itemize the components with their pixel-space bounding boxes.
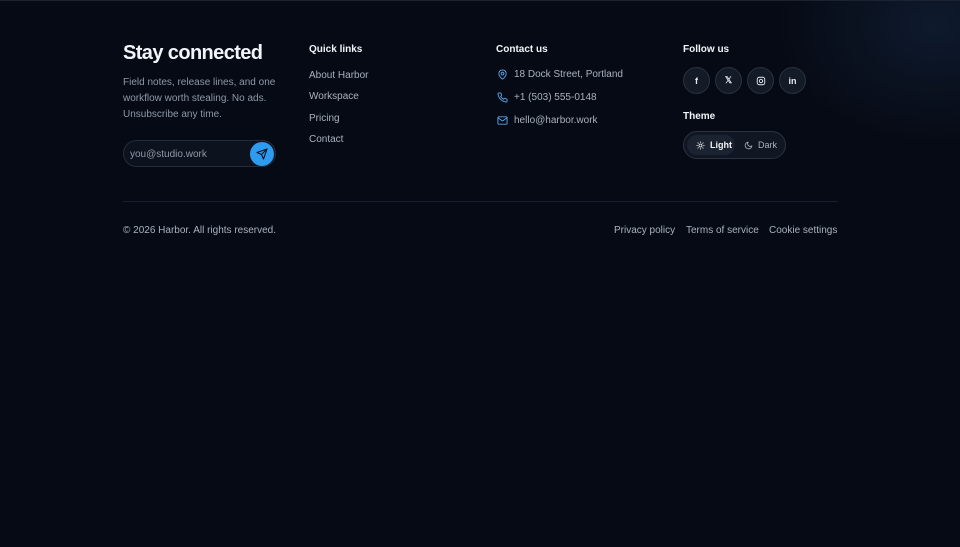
link-contact[interactable]: Contact — [309, 134, 343, 145]
facebook-icon: f — [695, 75, 698, 86]
address-text: 18 Dock Street, Portland — [514, 68, 623, 80]
theme-light-label: Light — [710, 140, 732, 150]
moon-icon — [743, 140, 753, 150]
map-pin-icon — [496, 68, 508, 80]
newsletter-description: Field notes, release lines, and one work… — [123, 77, 276, 120]
subscribe-button[interactable] — [250, 142, 274, 166]
theme-dark-option[interactable]: Dark — [739, 135, 783, 155]
linkedin-button[interactable]: in — [779, 67, 806, 94]
theme-light-option[interactable]: Light — [687, 135, 735, 155]
linkedin-icon: in — [788, 75, 797, 86]
top-border — [0, 0, 960, 1]
theme-heading: Theme — [683, 111, 716, 122]
contact-email[interactable]: hello@harbor.work — [496, 113, 598, 127]
phone-text: +1 (503) 555-0148 — [514, 91, 597, 103]
phone-icon — [496, 91, 508, 103]
contact-phone[interactable]: +1 (503) 555-0148 — [496, 90, 597, 104]
theme-toggle: Light Dark — [683, 131, 786, 159]
link-about[interactable]: About Harbor — [309, 70, 368, 81]
newsletter-form — [123, 140, 276, 167]
email-text: hello@harbor.work — [514, 114, 598, 126]
facebook-button[interactable]: f — [683, 67, 710, 94]
privacy-policy-link[interactable]: Privacy policy — [614, 225, 675, 236]
follow-heading: Follow us — [683, 44, 730, 55]
quick-links-heading: Quick links — [309, 44, 363, 55]
cookie-settings-link[interactable]: Cookie settings — [769, 225, 837, 236]
footer-divider — [123, 201, 838, 202]
newsletter-title: Stay connected — [123, 42, 263, 64]
x-button[interactable]: 𝕏 — [715, 67, 742, 94]
send-icon — [256, 148, 268, 160]
theme-dark-label: Dark — [758, 140, 778, 150]
link-workspace[interactable]: Workspace — [309, 91, 359, 102]
copyright-text: © 2026 Harbor. All rights reserved. — [123, 225, 276, 236]
contact-address: 18 Dock Street, Portland — [496, 67, 623, 81]
instagram-icon — [756, 76, 765, 85]
contact-heading: Contact us — [496, 44, 548, 55]
sun-icon — [695, 140, 705, 150]
terms-of-service-link[interactable]: Terms of service — [686, 225, 759, 236]
link-pricing[interactable]: Pricing — [309, 113, 340, 124]
x-icon: 𝕏 — [724, 75, 733, 85]
email-input[interactable] — [130, 145, 248, 163]
instagram-button[interactable] — [747, 67, 774, 94]
mail-icon — [496, 114, 508, 126]
